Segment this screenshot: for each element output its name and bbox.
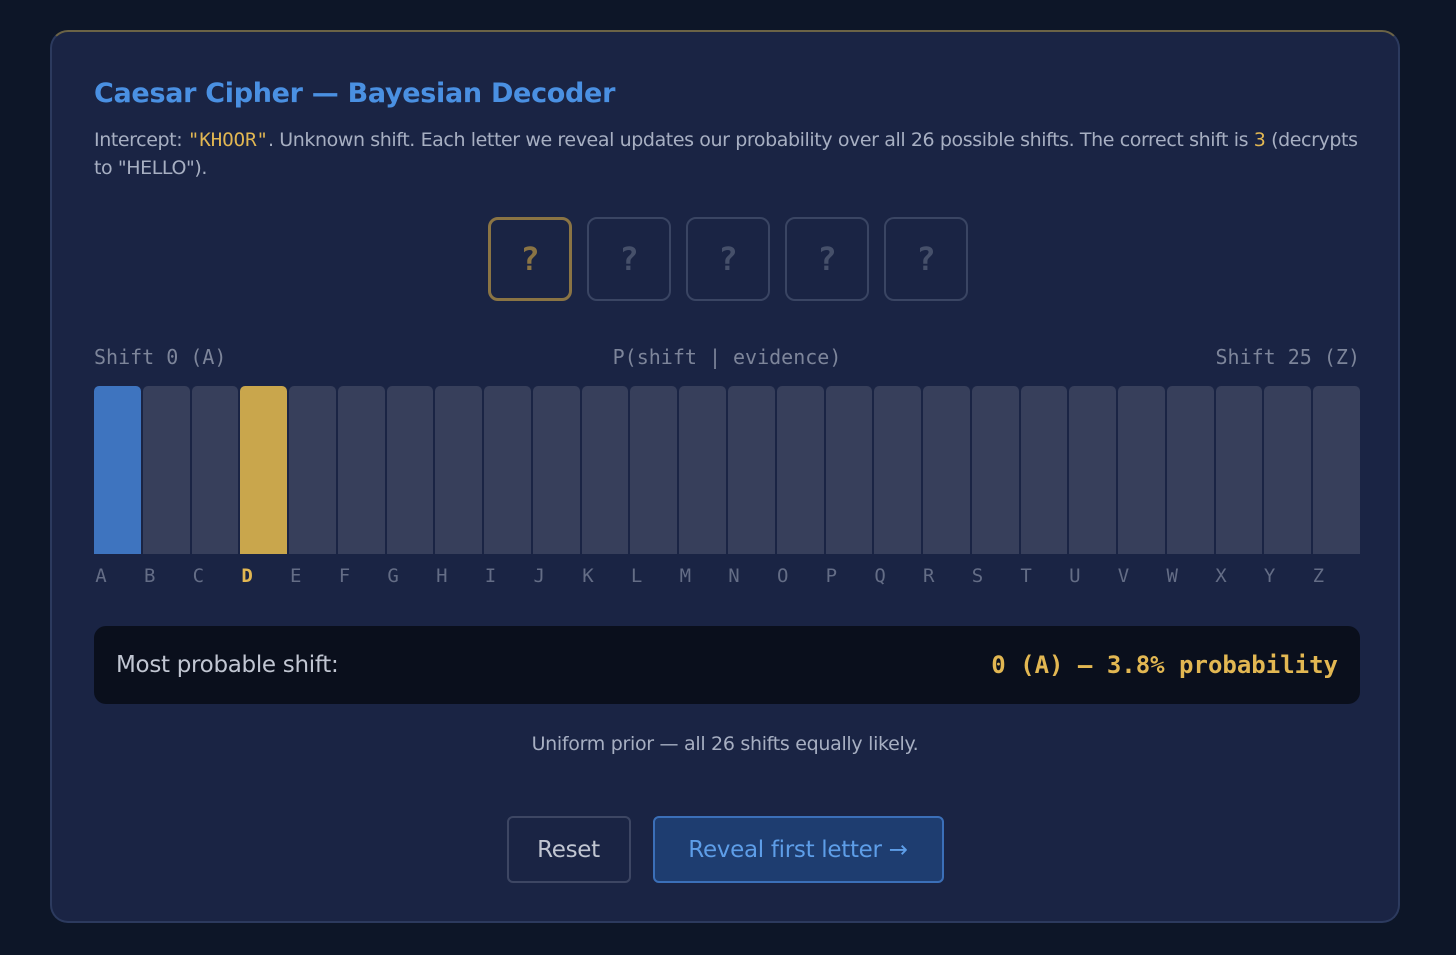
- result-panel: Most probable shift: 0 (A) — 3.8% probab…: [94, 626, 1360, 704]
- description: Intercept: "KHOOR". Unknown shift. Each …: [94, 126, 1360, 182]
- bar-h: [435, 386, 483, 554]
- bar-g: [386, 386, 434, 554]
- correct-shift: 3: [1253, 129, 1266, 151]
- shift-letter-k: K: [582, 565, 594, 587]
- shift-letter-d: D: [241, 565, 253, 587]
- shift-letter-b: B: [143, 565, 156, 587]
- result-label: Most probable shift:: [116, 652, 339, 678]
- bar-c: [191, 386, 239, 554]
- probability-bars: [94, 386, 1360, 554]
- shift-letter-t: T: [1020, 565, 1032, 587]
- bar-a: [94, 386, 141, 554]
- bar-q: [874, 386, 922, 554]
- shift-letter-a: A: [95, 565, 107, 587]
- bar-z: [1313, 386, 1360, 554]
- bar-n: [728, 386, 775, 554]
- shift-letter-g: G: [387, 565, 399, 587]
- shift-letter-l: L: [630, 565, 643, 587]
- button-row: Reset Reveal first letter →: [52, 816, 1398, 883]
- shift-letter-c: C: [192, 565, 205, 587]
- shift-letter-q: Q: [874, 565, 886, 587]
- result-value: 0 (A) — 3.8% probability: [991, 651, 1338, 679]
- chart-right-label: Shift 25 (Z): [1215, 345, 1361, 369]
- shift-letter-x: X: [1215, 565, 1227, 587]
- shift-letter-z: Z: [1312, 565, 1325, 587]
- bar-u: [1069, 386, 1117, 554]
- bar-p: [825, 386, 873, 554]
- bar-t: [1020, 386, 1068, 554]
- shift-letter-n: N: [728, 565, 740, 587]
- letter-slot-4: ?: [785, 217, 869, 301]
- bar-x: [1215, 386, 1263, 554]
- bar-i: [484, 386, 531, 554]
- shift-letter-y: Y: [1263, 565, 1276, 587]
- bar-e: [289, 386, 336, 554]
- shift-letter-v: V: [1117, 565, 1130, 587]
- desc-middle: . Unknown shift. Each letter we reveal u…: [267, 129, 1254, 151]
- shift-letter-m: M: [679, 565, 692, 587]
- bar-k: [581, 386, 629, 554]
- decoder-card: Caesar Cipher — Bayesian Decoder Interce…: [50, 30, 1400, 923]
- bar-s: [971, 386, 1019, 554]
- shift-letter-j: J: [533, 565, 545, 587]
- shift-letter-w: W: [1166, 565, 1178, 587]
- bar-j: [532, 386, 580, 554]
- reveal-letter-button[interactable]: Reveal first letter →: [652, 816, 944, 883]
- shift-letter-i: I: [484, 565, 497, 587]
- ciphertext: "KHOOR": [187, 129, 268, 151]
- shift-letter-h: H: [436, 565, 448, 587]
- bar-l: [630, 386, 678, 554]
- letter-slot-2: ?: [587, 217, 671, 301]
- bar-o: [776, 386, 824, 554]
- shift-letter-o: O: [776, 565, 789, 587]
- letter-slot-1: ?: [488, 217, 572, 301]
- shift-letter-f: F: [338, 565, 351, 587]
- shift-letter-s: S: [971, 565, 984, 587]
- desc-prefix: Intercept:: [94, 129, 188, 151]
- shift-letter-e: E: [290, 565, 302, 587]
- bar-v: [1118, 386, 1165, 554]
- letter-slot-3: ?: [686, 217, 770, 301]
- bar-b: [142, 386, 190, 554]
- bar-y: [1264, 386, 1312, 554]
- reset-button[interactable]: Reset: [506, 816, 631, 883]
- shift-letter-u: U: [1069, 565, 1081, 587]
- bar-r: [923, 386, 970, 554]
- letter-slot-5: ?: [884, 217, 968, 301]
- shift-letters: A B C D E F G H I J K L M N O P Q R S T U V W X Y Z: [94, 565, 1360, 591]
- page-title: Caesar Cipher — Bayesian Decoder: [94, 78, 616, 109]
- shift-letter-r: R: [923, 565, 935, 587]
- shift-letter-p: P: [825, 565, 838, 587]
- bar-m: [679, 386, 726, 554]
- letter-slots: ? ? ? ? ?: [488, 217, 968, 301]
- status-text: Uniform prior — all 26 shifts equally li…: [531, 733, 919, 755]
- bar-w: [1166, 386, 1214, 554]
- bar-d: [240, 386, 288, 554]
- bar-f: [337, 386, 385, 554]
- chart-header: Shift 0 (A) P(shift | evidence) Shift 25…: [94, 345, 1360, 369]
- chart-title: P(shift | evidence): [612, 345, 842, 369]
